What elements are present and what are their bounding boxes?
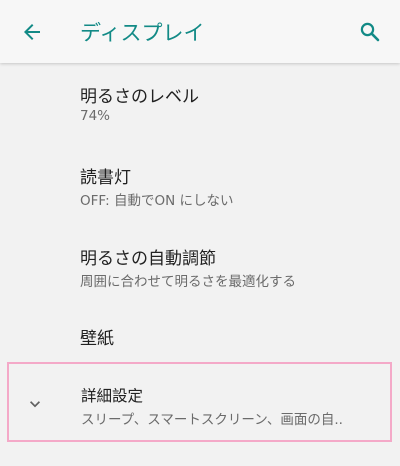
setting-brightness-level[interactable]: 明るさのレベル 74% (0, 63, 400, 135)
setting-wallpaper[interactable]: 壁紙 (0, 299, 400, 361)
arrow-back-icon (24, 24, 40, 40)
setting-night-light[interactable]: 読書灯 OFF: 自動でON にしない (0, 135, 400, 215)
app-bar: ディスプレイ (0, 0, 400, 63)
advanced-settings[interactable]: 詳細設定 スリープ、スマートスクリーン、画面の自.. (7, 362, 392, 442)
setting-summary: 周囲に合わせて明るさを最適化する (80, 274, 296, 290)
setting-adaptive-brightness[interactable]: 明るさの自動調節 周囲に合わせて明るさを最適化する (0, 215, 400, 299)
chevron-down-icon (30, 401, 40, 408)
search-icon (360, 22, 380, 42)
setting-title: 壁紙 (80, 329, 114, 349)
setting-title: 明るさの自動調節 (80, 249, 216, 269)
advanced-settings-summary: スリープ、スマートスクリーン、画面の自.. (81, 412, 343, 428)
advanced-settings-title: 詳細設定 (81, 387, 144, 405)
search-button[interactable] (350, 12, 390, 52)
back-button[interactable] (12, 12, 52, 52)
setting-title: 明るさのレベル (80, 87, 199, 107)
setting-title: 読書灯 (80, 168, 131, 188)
page-title: ディスプレイ (80, 21, 205, 45)
setting-summary: 74% (80, 108, 111, 124)
setting-summary: OFF: 自動でON にしない (80, 193, 234, 209)
